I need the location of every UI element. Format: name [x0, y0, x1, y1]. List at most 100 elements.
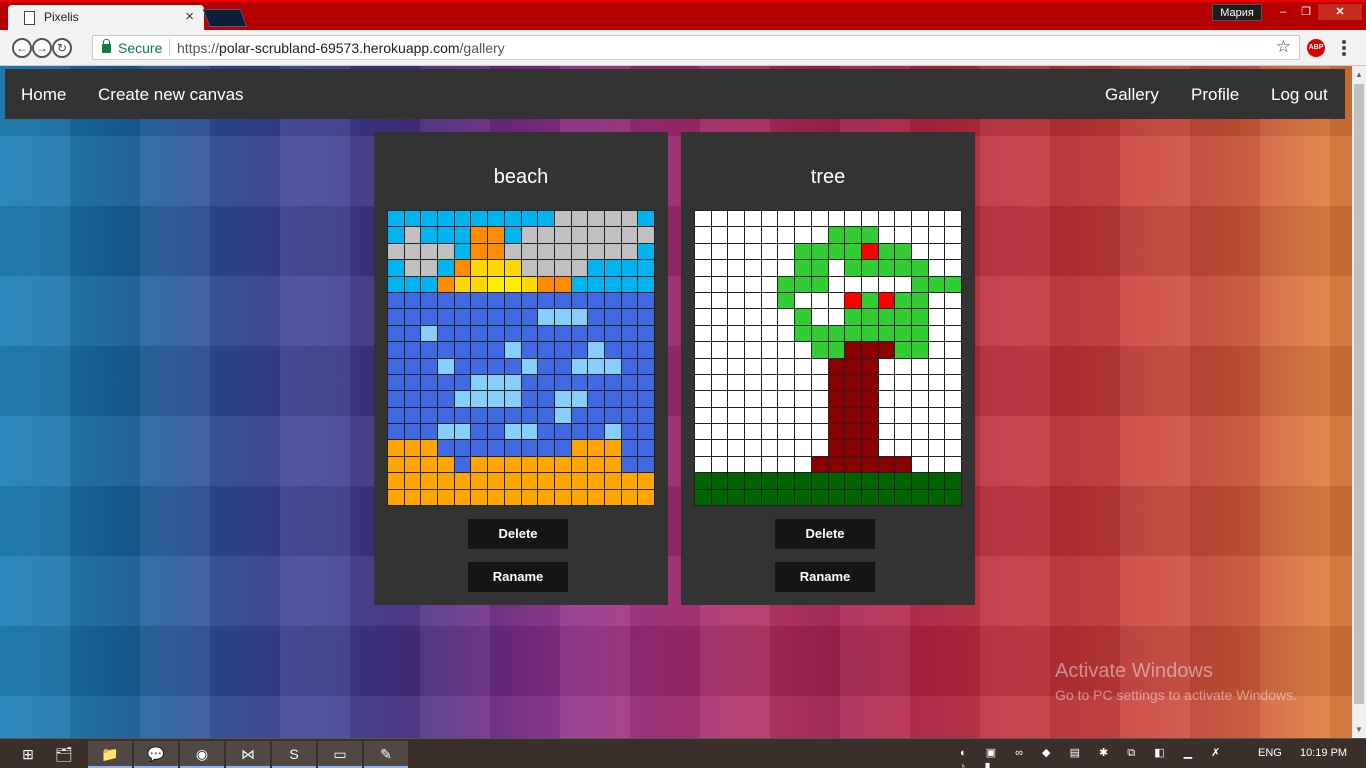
pixel-cell	[761, 211, 778, 227]
restore-icon[interactable]: ❐	[1295, 4, 1317, 20]
forward-icon[interactable]: →	[32, 38, 52, 58]
delete-button[interactable]: Delete	[775, 519, 875, 549]
back-icon[interactable]: ←	[12, 38, 32, 58]
pixel-cell	[895, 276, 911, 292]
pixel-cell	[945, 440, 961, 456]
pixel-cell	[604, 276, 621, 292]
pixel-cell	[421, 309, 438, 325]
pixel-cell	[571, 391, 588, 407]
pixel-cell	[811, 358, 828, 374]
vscode-icon[interactable]: ⋈	[226, 741, 270, 768]
pixel-cell	[488, 391, 504, 407]
pixel-cell	[861, 309, 878, 325]
minimize-icon[interactable]: ‒	[1272, 4, 1294, 20]
pixel-cell	[488, 211, 504, 227]
pixel-cell	[388, 260, 404, 276]
pixel-cell	[945, 243, 961, 260]
system-tray-icons[interactable]: ◐ ▣ ∞ ◆ ▤ ✱ ⧉ ◧ ▁ ✗ ♪ ▮	[960, 746, 1250, 768]
nav-logout-link[interactable]: Log out	[1271, 85, 1328, 105]
pixel-cell	[471, 342, 488, 358]
pixel-cell	[571, 342, 588, 358]
pixel-cell	[404, 391, 421, 407]
pixel-cell	[588, 407, 604, 424]
chrome-icon[interactable]: ◉	[180, 741, 224, 768]
pixel-cell	[388, 456, 404, 473]
pixel-cell	[521, 358, 538, 374]
pixel-cell	[504, 473, 521, 489]
pixel-cell	[438, 456, 454, 473]
pixel-cell	[928, 309, 945, 325]
discord-icon[interactable]: 💬	[134, 741, 178, 768]
pixel-cell	[745, 276, 761, 292]
url-text[interactable]: https://polar-scrubland-69573.herokuapp.…	[177, 40, 505, 56]
pixel-cell	[538, 407, 554, 424]
adblock-icon[interactable]: ABP	[1307, 39, 1325, 57]
site-navbar: Home Create new canvas Gallery Profile L…	[5, 69, 1345, 119]
pixel-cell	[404, 473, 421, 489]
pixel-cell	[488, 276, 504, 292]
pixel-cell	[538, 325, 554, 342]
watermark-subtitle: Go to PC settings to activate Windows.	[1055, 687, 1297, 703]
pixel-cell	[388, 243, 404, 260]
nav-profile-link[interactable]: Profile	[1191, 85, 1239, 105]
pixel-cell	[778, 374, 795, 391]
pixel-cell	[695, 473, 711, 489]
pixel-cell	[945, 260, 961, 276]
pixel-cell	[404, 211, 421, 227]
nav-gallery-link[interactable]: Gallery	[1105, 85, 1159, 105]
pixel-cell	[861, 342, 878, 358]
new-tab-button[interactable]	[202, 9, 248, 27]
pixel-cell	[778, 276, 795, 292]
pixel-cell	[471, 391, 488, 407]
reload-icon[interactable]: ↻	[52, 38, 72, 58]
pixel-cell	[588, 211, 604, 227]
pixel-cell	[878, 309, 895, 325]
pixel-cell	[438, 407, 454, 424]
pixel-cell	[471, 260, 488, 276]
pixel-cell	[454, 456, 471, 473]
file-explorer-pinned-icon[interactable]: 🗂	[42, 741, 86, 768]
pixel-cell	[828, 342, 845, 358]
file-explorer-icon[interactable]: 📁	[88, 741, 132, 768]
pixel-cell	[761, 374, 778, 391]
pixel-cell	[454, 292, 471, 309]
window-close-icon[interactable]: ✕	[1318, 4, 1362, 20]
address-bar[interactable]: Secure https://polar-scrubland-69573.her…	[92, 35, 1300, 60]
scrollbar-thumb[interactable]	[1354, 84, 1364, 704]
nav-create-canvas-link[interactable]: Create new canvas	[98, 85, 244, 105]
pixel-cell	[404, 374, 421, 391]
pixel-cell	[711, 260, 728, 276]
rename-button[interactable]: Raname	[468, 562, 568, 592]
clock[interactable]: 10:19 PM	[1300, 747, 1347, 759]
scroll-down-icon[interactable]: ▼	[1355, 725, 1363, 734]
language-indicator[interactable]: ENG	[1258, 747, 1282, 759]
delete-button[interactable]: Delete	[468, 519, 568, 549]
bookmark-star-icon[interactable]: ☆	[1276, 37, 1291, 57]
pixel-cell	[604, 260, 621, 276]
paint-icon[interactable]: ✎	[364, 741, 408, 768]
pixel-cell	[571, 309, 588, 325]
profile-badge[interactable]: Мария	[1212, 4, 1262, 21]
browser-menu-icon[interactable]	[1341, 39, 1347, 57]
pixel-cell	[388, 276, 404, 292]
pixel-cell	[454, 374, 471, 391]
pixel-cell	[621, 227, 638, 243]
pixel-cell	[621, 342, 638, 358]
vertical-scrollbar[interactable]: ▲ ▼	[1352, 66, 1366, 738]
close-tab-icon[interactable]: ×	[185, 8, 194, 25]
pixel-cell	[588, 358, 604, 374]
rename-button[interactable]: Raname	[775, 562, 875, 592]
nav-home-link[interactable]: Home	[21, 85, 66, 105]
url-host: polar-scrubland-69573.herokuapp.com	[219, 40, 460, 56]
skype-icon[interactable]: S	[272, 741, 316, 768]
pixel-cell	[421, 292, 438, 309]
pixel-cell	[745, 211, 761, 227]
browser-tab[interactable]: Pixelis ×	[8, 5, 204, 32]
pixel-cell	[778, 440, 795, 456]
terminal-icon[interactable]: ▭	[318, 741, 362, 768]
pixel-cell	[388, 489, 404, 505]
pixel-cell	[454, 325, 471, 342]
pixel-cell	[945, 407, 961, 424]
scroll-up-icon[interactable]: ▲	[1355, 70, 1363, 79]
pixel-cell	[945, 227, 961, 243]
